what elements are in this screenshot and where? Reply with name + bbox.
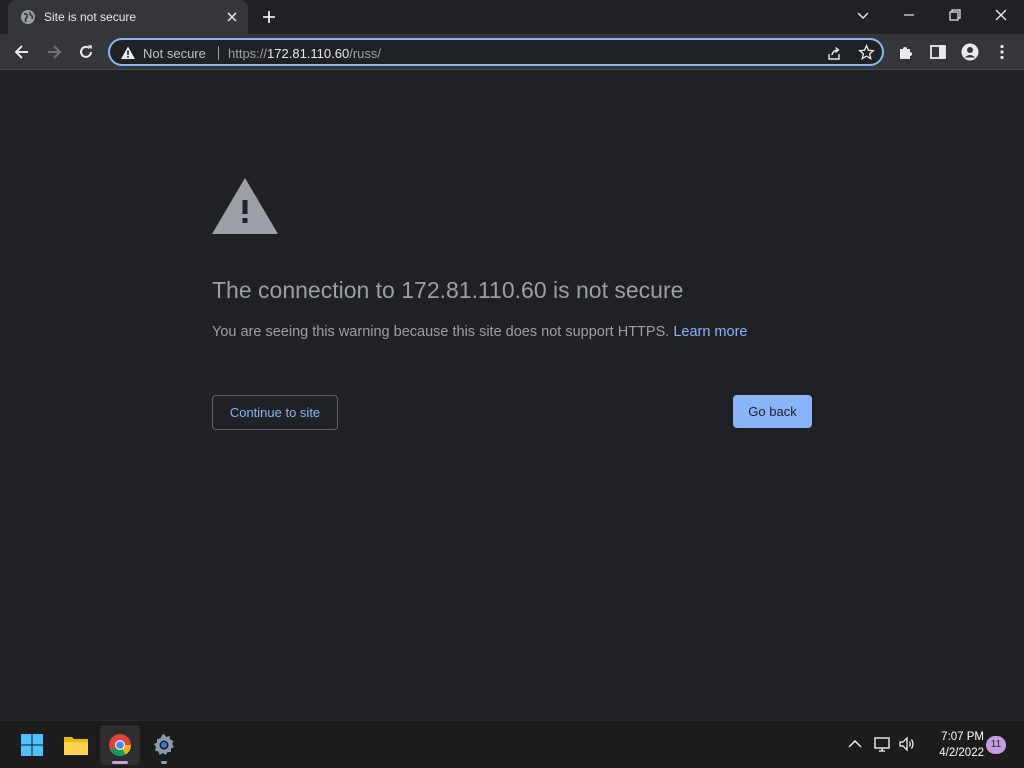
learn-more-link[interactable]: Learn more bbox=[673, 324, 747, 340]
start-icon bbox=[21, 734, 43, 756]
settings-taskbar-button[interactable] bbox=[144, 725, 184, 765]
omnibox-divider bbox=[218, 46, 219, 60]
bookmark-star-icon[interactable] bbox=[858, 44, 875, 61]
restore-button[interactable] bbox=[932, 0, 978, 30]
share-icon[interactable] bbox=[826, 45, 842, 61]
settings-icon bbox=[154, 734, 174, 755]
puzzle-icon bbox=[900, 47, 912, 59]
address-bar[interactable]: Not secure https://172.81.110.60/russ/ bbox=[108, 38, 884, 66]
url-text[interactable]: https://172.81.110.60/russ/ bbox=[228, 46, 381, 61]
profile-avatar-icon bbox=[961, 43, 979, 61]
close-icon bbox=[995, 9, 1007, 21]
restore-icon bbox=[949, 9, 961, 21]
more-vertical-icon bbox=[1000, 44, 1004, 60]
reload-icon bbox=[80, 45, 92, 58]
url-host: 172.81.110.60 bbox=[267, 46, 350, 61]
explanation-body: You are seeing this warning because this… bbox=[212, 324, 670, 340]
extensions-button[interactable] bbox=[894, 40, 918, 64]
side-panel-button[interactable] bbox=[926, 40, 950, 64]
start-button[interactable] bbox=[12, 725, 52, 765]
system-clock[interactable]: 7:07 PM 4/2/2022 bbox=[928, 729, 984, 761]
new-tab-icon[interactable] bbox=[260, 8, 278, 26]
clock-time: 7:07 PM bbox=[941, 731, 984, 743]
arrow-right-icon bbox=[48, 45, 62, 59]
minimize-icon bbox=[904, 14, 914, 16]
volume-icon[interactable] bbox=[898, 735, 916, 753]
url-scheme: https:// bbox=[228, 46, 268, 61]
minimize-button[interactable] bbox=[886, 0, 932, 30]
page-title: The connection to 172.81.110.60 is not s… bbox=[212, 277, 684, 303]
security-label[interactable]: Not secure bbox=[143, 46, 206, 61]
warning-triangle-icon bbox=[212, 178, 278, 234]
menu-button[interactable] bbox=[990, 40, 1014, 64]
forward-button[interactable] bbox=[42, 40, 66, 64]
network-icon[interactable] bbox=[873, 735, 891, 753]
close-window-button[interactable] bbox=[978, 0, 1024, 30]
back-button[interactable] bbox=[10, 40, 34, 64]
running-app-indicator bbox=[161, 761, 167, 764]
notification-badge[interactable]: 11 bbox=[986, 736, 1006, 754]
tab-active[interactable]: Site is not secure bbox=[8, 0, 248, 34]
continue-to-site-button[interactable]: Continue to site bbox=[212, 395, 338, 430]
url-path: /russ/ bbox=[349, 46, 381, 61]
clock-date: 4/2/2022 bbox=[939, 747, 984, 759]
file-explorer-button[interactable] bbox=[56, 725, 96, 765]
globe-icon bbox=[21, 10, 35, 24]
chrome-taskbar-button[interactable] bbox=[100, 725, 140, 765]
file-explorer-icon bbox=[64, 737, 88, 755]
arrow-left-icon bbox=[14, 45, 28, 59]
go-back-button[interactable]: Go back bbox=[733, 395, 812, 428]
active-app-indicator bbox=[112, 761, 128, 764]
chevron-down-icon bbox=[857, 12, 869, 19]
profile-button[interactable] bbox=[958, 40, 982, 64]
tab-title: Site is not secure bbox=[44, 10, 137, 24]
warning-icon[interactable] bbox=[120, 45, 136, 61]
tab-search-button[interactable] bbox=[840, 0, 886, 30]
side-panel-icon bbox=[930, 45, 946, 59]
chrome-icon bbox=[109, 734, 131, 756]
tab-strip: Site is not secure bbox=[0, 0, 1024, 34]
chevron-up-icon[interactable] bbox=[846, 735, 864, 753]
reload-button[interactable] bbox=[74, 40, 98, 64]
close-tab-icon[interactable] bbox=[224, 9, 240, 25]
taskbar: 7:07 PM 4/2/2022 11 bbox=[0, 720, 1024, 768]
explanation-text: You are seeing this warning because this… bbox=[212, 324, 747, 340]
browser-toolbar: Not secure https://172.81.110.60/russ/ bbox=[0, 34, 1024, 70]
